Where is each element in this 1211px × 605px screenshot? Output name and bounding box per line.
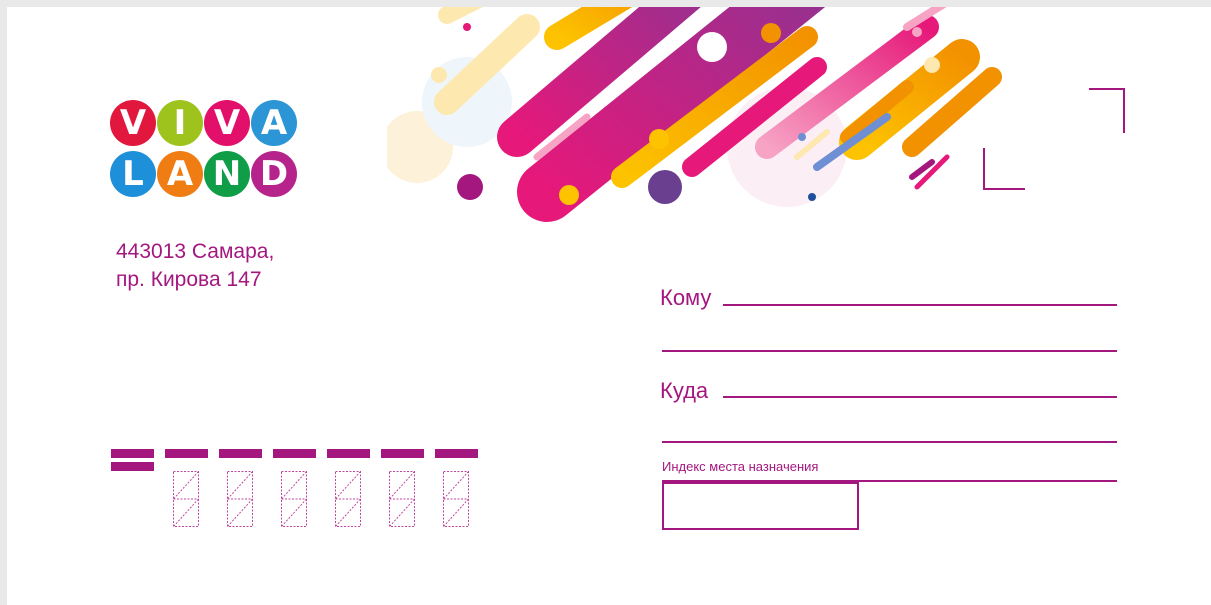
index-dash-5: [381, 449, 424, 458]
index-dash-4: [327, 449, 370, 458]
index-dash-3: [273, 449, 316, 458]
logo-row-top: V I V A: [110, 100, 297, 146]
postal-index-box[interactable]: [662, 482, 859, 530]
index-digit-template-5: [389, 471, 415, 527]
index-digit-template-6: [443, 471, 469, 527]
index-dash-1: [165, 449, 208, 458]
stamp-area-frame: [983, 88, 1125, 190]
sender-address: 443013 Самара, пр. Кирова 147: [116, 238, 274, 294]
sender-address-line1: 443013 Самара,: [116, 240, 275, 263]
to-line-2[interactable]: [662, 350, 1117, 352]
logo-letter-a: A: [251, 100, 297, 146]
logo-letter-a2: A: [157, 151, 203, 197]
where-line-2[interactable]: [662, 441, 1117, 443]
index-digit-template-2: [227, 471, 253, 527]
index-digit-template-4: [335, 471, 361, 527]
envelope: V I V A L A N D 443013 Самара, пр. Киров…: [7, 7, 1211, 605]
logo-letter-d: D: [251, 151, 297, 197]
where-line-1[interactable]: [723, 396, 1117, 398]
logo-letter-v: V: [110, 100, 156, 146]
index-label: Индекс места назначения: [662, 459, 819, 474]
logo-letter-l: L: [110, 151, 156, 197]
index-digit-template-3: [281, 471, 307, 527]
index-dash-6: [435, 449, 478, 458]
index-digit-template-1: [173, 471, 199, 527]
vivaland-logo: V I V A L A N D: [110, 100, 297, 202]
where-label: Куда: [660, 378, 709, 403]
index-dash-2: [219, 449, 262, 458]
index-start-mark-bottom: [111, 462, 154, 471]
logo-letter-v2: V: [204, 100, 250, 146]
index-start-mark-top: [111, 449, 154, 458]
to-label: Кому: [660, 285, 712, 310]
sender-address-line2: пр. Кирова 147: [116, 268, 262, 291]
logo-row-bottom: L A N D: [110, 151, 297, 197]
logo-letter-n: N: [204, 151, 250, 197]
decorative-artwork: [387, 7, 1002, 222]
to-line-1[interactable]: [723, 304, 1117, 306]
logo-letter-i: I: [157, 100, 203, 146]
